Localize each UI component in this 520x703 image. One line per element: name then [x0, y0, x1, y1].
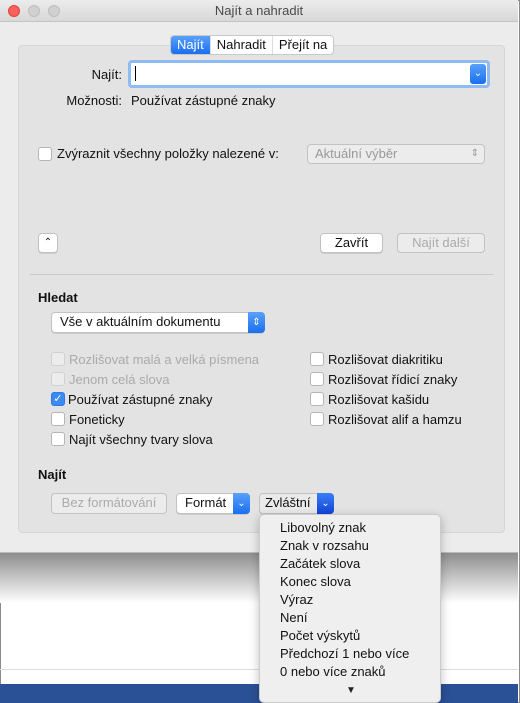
scroll-down-arrow-icon[interactable]: ▼ — [346, 685, 356, 696]
tab-replace[interactable]: Nahradit — [211, 36, 273, 54]
tab-go-to[interactable]: Přejít na — [273, 36, 333, 54]
menu-item[interactable]: Znak v rozsahu — [280, 538, 369, 553]
diacritics-label: Rozlišovat diakritiku — [328, 352, 443, 367]
sounds-like-checkbox[interactable] — [51, 412, 65, 426]
minimize-window-button[interactable] — [28, 5, 40, 17]
menu-item[interactable]: Předchozí 1 nebo více — [280, 646, 409, 661]
highlight-checkbox[interactable] — [38, 147, 52, 161]
tab-find[interactable]: Najít — [171, 36, 211, 54]
kashida-label: Rozlišovat kašidu — [328, 392, 430, 407]
close-window-button[interactable] — [8, 5, 20, 17]
zoom-window-button[interactable] — [48, 5, 60, 17]
text-cursor — [135, 66, 136, 81]
format-dropdown[interactable]: Formát ⌄ — [176, 493, 250, 514]
match-case-checkbox[interactable] — [51, 352, 65, 366]
close-button[interactable]: Zavřít — [320, 233, 383, 253]
separator — [30, 274, 493, 275]
all-word-forms-label: Najít všechny tvary slova — [69, 432, 213, 447]
tab-bar: Najít Nahradit Přejít na — [170, 35, 335, 55]
highlight-label: Zvýraznit všechny položky nalezené v: — [57, 146, 279, 161]
control-chars-label: Rozlišovat řídicí znaky — [328, 372, 458, 387]
menu-item[interactable]: Konec slova — [280, 574, 351, 589]
menu-item[interactable]: Počet výskytů — [280, 628, 360, 643]
chevron-down-icon: ⌄ — [317, 493, 334, 514]
whole-words-label: Jenom celá slova — [69, 372, 170, 387]
format-heading: Najít — [38, 467, 67, 482]
updown-icon: ⇕ — [248, 312, 265, 333]
menu-item[interactable]: Výraz — [280, 592, 313, 607]
menu-item[interactable]: Libovolný znak — [280, 520, 366, 535]
options-label: Možnosti: — [66, 93, 122, 108]
wildcards-checkbox[interactable]: ✓ — [51, 392, 65, 406]
alef-hamza-checkbox[interactable] — [310, 412, 324, 426]
updown-icon: ⇕ — [470, 148, 479, 159]
no-formatting-button[interactable]: Bez formátování — [51, 493, 167, 514]
highlight-scope-select[interactable]: Aktuální výběr ⇕ — [307, 144, 485, 164]
special-menu: Libovolný znak Znak v rozsahu Začátek sl… — [259, 514, 441, 703]
chevron-up-icon: ⌃ — [43, 237, 53, 248]
search-scope-select[interactable]: Vše v aktuálním dokumentu ⇕ — [51, 312, 265, 333]
find-next-button[interactable]: Najít další — [397, 233, 485, 253]
alef-hamza-label: Rozlišovat alif a hamzu — [328, 412, 462, 427]
kashida-checkbox[interactable] — [310, 392, 324, 406]
find-label: Najít: — [91, 67, 122, 82]
control-chars-checkbox[interactable] — [310, 372, 324, 386]
all-word-forms-checkbox[interactable] — [51, 432, 65, 446]
diacritics-checkbox[interactable] — [310, 352, 324, 366]
window-title: Najít a nahradit — [214, 3, 304, 18]
options-value: Používat zástupné znaky — [131, 93, 276, 108]
menu-item[interactable]: Není — [280, 610, 307, 625]
match-case-label: Rozlišovat malá a velká písmena — [69, 352, 260, 367]
tab-panel — [18, 45, 505, 533]
search-heading: Hledat — [38, 290, 78, 305]
menu-item[interactable]: 0 nebo více znaků — [280, 664, 386, 679]
find-history-chevron-icon[interactable]: ⌄ — [470, 64, 486, 84]
collapse-button[interactable]: ⌃ — [38, 233, 58, 253]
chevron-down-icon: ⌄ — [233, 493, 250, 514]
title-bar: Najít a nahradit — [0, 0, 518, 22]
find-input[interactable]: ⌄ — [128, 60, 490, 88]
whole-words-checkbox[interactable] — [51, 372, 65, 386]
sounds-like-label: Foneticky — [69, 412, 125, 427]
menu-item[interactable]: Začátek slova — [280, 556, 360, 571]
wildcards-label: Používat zástupné znaky — [68, 392, 213, 407]
special-dropdown[interactable]: Zvláštní ⌄ — [259, 493, 334, 514]
